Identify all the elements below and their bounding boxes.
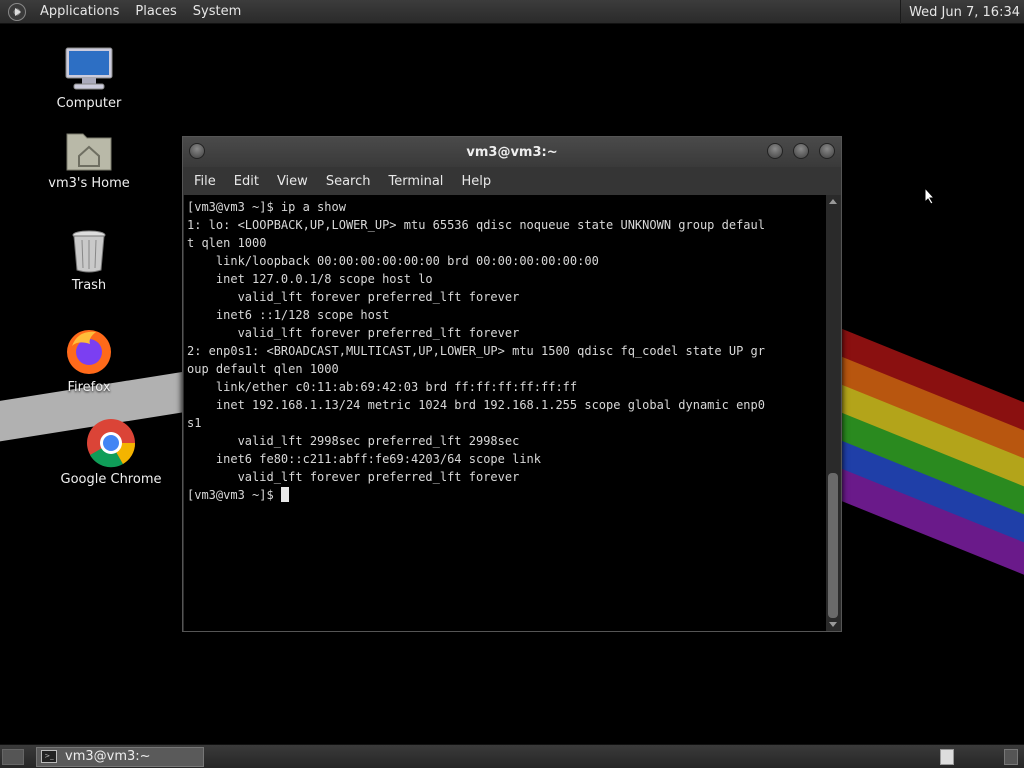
menu-applications[interactable]: Applications — [32, 4, 127, 19]
top-panel: Applications Places System Wed Jun 7, 16… — [0, 0, 1024, 24]
terminal-line: valid_lft forever preferred_lft forever — [187, 470, 520, 484]
minimize-button[interactable] — [767, 143, 783, 159]
menu-edit[interactable]: Edit — [225, 174, 268, 189]
terminal-scrollbar[interactable] — [826, 195, 840, 631]
terminal-prompt: [vm3@vm3 ~]$ — [187, 488, 281, 502]
terminal-line: 2: enp0s1: <BROADCAST,MULTICAST,UP,LOWER… — [187, 344, 765, 358]
menu-file[interactable]: File — [185, 174, 225, 189]
terminal-line: inet6 fe80::c211:abff:fe69:4203/64 scope… — [187, 452, 542, 466]
menu-search[interactable]: Search — [317, 174, 380, 189]
workspace-switcher-2[interactable] — [1004, 749, 1018, 765]
terminal-line: valid_lft 2998sec preferred_lft 2998sec — [187, 434, 520, 448]
terminal-line: s1 — [187, 416, 202, 430]
desktop-icon-home[interactable]: vm3's Home — [34, 128, 144, 191]
desktop-icon-computer[interactable]: Computer — [34, 46, 144, 111]
desktop-icon-label: Computer — [56, 96, 122, 111]
terminal-line: valid_lft forever preferred_lft forever — [187, 326, 520, 340]
taskbar-item-terminal[interactable]: >_ vm3@vm3:~ — [36, 746, 204, 767]
menu-view[interactable]: View — [268, 174, 317, 189]
terminal-line: inet 192.168.1.13/24 metric 1024 brd 192… — [187, 398, 765, 412]
trash-icon — [72, 230, 106, 273]
menu-system[interactable]: System — [185, 4, 249, 19]
chrome-icon — [87, 419, 136, 468]
terminal-line: inet 127.0.0.1/8 scope host lo — [187, 272, 433, 286]
window-titlebar[interactable]: vm3@vm3:~ — [183, 137, 841, 167]
terminal-line: t qlen 1000 — [187, 236, 267, 250]
home-folder-icon — [66, 133, 112, 171]
scrollbar-thumb[interactable] — [828, 473, 838, 618]
desktop-icon-label: vm3's Home — [48, 176, 130, 191]
terminal-line: link/loopback 00:00:00:00:00:00 brd 00:0… — [187, 254, 599, 268]
terminal-line: link/ether c0:11:ab:69:42:03 brd ff:ff:f… — [187, 380, 578, 394]
desktop-icon-firefox[interactable]: Firefox — [34, 326, 144, 395]
scroll-down-arrow-icon[interactable] — [829, 622, 837, 627]
desktop-icon-chrome[interactable]: Google Chrome — [56, 418, 166, 487]
menu-places[interactable]: Places — [127, 4, 184, 19]
bottom-panel: >_ vm3@vm3:~ — [0, 744, 1024, 768]
distro-logo-icon[interactable] — [8, 2, 26, 21]
terminal-line: inet6 ::1/128 scope host — [187, 308, 390, 322]
terminal-output[interactable]: [vm3@vm3 ~]$ ip a show 1: lo: <LOOPBACK,U… — [184, 195, 826, 631]
desktop-icon-trash[interactable]: Trash — [34, 228, 144, 293]
terminal-icon: >_ — [41, 750, 57, 763]
close-button[interactable] — [819, 143, 835, 159]
terminal-prompt-line: [vm3@vm3 ~]$ — [187, 486, 826, 504]
show-desktop-button[interactable] — [2, 748, 24, 765]
workspace-switcher-1[interactable] — [940, 749, 954, 765]
taskbar-item-label: vm3@vm3:~ — [65, 749, 151, 764]
desktop-icon-label: Firefox — [67, 380, 111, 395]
terminal-line: 1: lo: <LOOPBACK,UP,LOWER_UP> mtu 65536 … — [187, 218, 765, 232]
computer-icon — [65, 47, 113, 90]
terminal-line: [vm3@vm3 ~]$ ip a show — [187, 200, 346, 214]
menu-help[interactable]: Help — [452, 174, 500, 189]
mouse-pointer-icon — [924, 187, 936, 205]
terminal-window[interactable]: vm3@vm3:~ File Edit View Search Terminal… — [182, 136, 842, 632]
menu-terminal[interactable]: Terminal — [379, 174, 452, 189]
firefox-icon — [67, 330, 111, 374]
scroll-up-arrow-icon[interactable] — [829, 199, 837, 204]
terminal-line: oup default qlen 1000 — [187, 362, 339, 376]
terminal-line: valid_lft forever preferred_lft forever — [187, 290, 520, 304]
wallpaper-rainbow — [818, 324, 1024, 624]
window-title: vm3@vm3:~ — [466, 144, 558, 160]
desktop-icon-label: Trash — [71, 278, 107, 293]
terminal-menubar: File Edit View Search Terminal Help — [183, 167, 841, 195]
maximize-button[interactable] — [793, 143, 809, 159]
desktop-icon-label: Google Chrome — [60, 472, 162, 487]
clock[interactable]: Wed Jun 7, 16:34 — [900, 0, 1020, 24]
terminal-cursor — [280, 487, 289, 502]
window-menu-button[interactable] — [189, 143, 205, 159]
